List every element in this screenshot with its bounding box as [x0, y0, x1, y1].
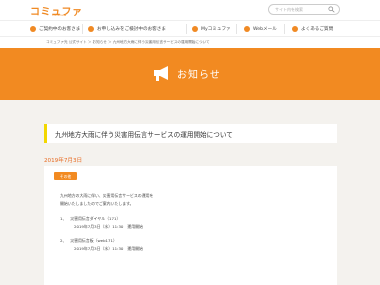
nav-divider	[186, 24, 187, 34]
service-item-1-detail: 2019年7月3日（水）11:30 運用開始	[74, 224, 143, 229]
article-title-box: 九州地方大雨に伴う災害用伝言サービスの運用開始について	[44, 124, 337, 143]
article-title: 九州地方大雨に伴う災害用伝言サービスの運用開始について	[55, 131, 233, 139]
search-placeholder: サイト内を検索	[275, 7, 303, 12]
question-icon	[292, 26, 298, 32]
nav-item-label: ご契約中のお客さま	[39, 27, 81, 32]
search-input[interactable]: サイト内を検索	[268, 4, 340, 15]
megaphone-icon	[154, 66, 168, 81]
person-icon	[30, 26, 36, 32]
category-badge-label: その他	[59, 173, 72, 179]
nav-item-label: お申し込みをご検討中のお客さま	[97, 27, 166, 32]
article-body: その他 九州地方の大雨に伴い、災害用伝言サービスの運用を 開始いたしましたのでご…	[44, 166, 337, 285]
main-content: 九州地方大雨に伴う災害用伝言サービスの運用開始について 2019年7月3日 その…	[0, 100, 380, 285]
page-title: お知らせ	[177, 70, 221, 81]
nav-divider	[82, 24, 83, 34]
nav-item-label: Webメール	[253, 27, 277, 32]
page-banner: お知らせ	[0, 48, 380, 100]
mail-icon	[244, 26, 250, 32]
nav-item-current-customers[interactable]: ご契約中のお客さま	[30, 25, 80, 33]
nav-item-prospective-customers[interactable]: お申し込みをご検討中のお客さま	[88, 25, 166, 33]
service-item-1: 1、 災害用伝言ダイヤル（171）	[60, 216, 121, 221]
document-icon	[88, 26, 94, 32]
site-header: コミュファ commufa サイト内を検索	[0, 0, 380, 20]
nav-item-webmail[interactable]: Webメール	[244, 25, 277, 33]
nav-divider	[236, 24, 237, 34]
nav-item-label: よくあるご質問	[301, 27, 334, 32]
service-item-2: 2、 災害用伝言板（web171）	[60, 238, 117, 243]
category-badge: その他	[54, 172, 77, 180]
search-icon[interactable]	[328, 6, 335, 13]
article-date: 2019年7月3日	[44, 158, 83, 164]
intro-line-1: 九州地方の大雨に伴い、災害用伝言サービスの運用を	[60, 193, 154, 198]
nav-item-my-commufa[interactable]: Myコミュファ	[192, 25, 231, 33]
nav-item-label: Myコミュファ	[201, 27, 231, 32]
service-item-2-detail: 2019年7月3日（水）11:30 運用開始	[74, 246, 143, 251]
nav-item-faq[interactable]: よくあるご質問	[292, 25, 333, 33]
heart-icon	[192, 26, 198, 32]
intro-line-2: 開始いたしましたのでご案内いたします。	[60, 201, 134, 206]
breadcrumb: コミュファ光 公式サイト ＞ お知らせ ＞ 九州地方大雨に伴う災害用伝言サービス…	[46, 40, 210, 44]
logo-subtext: commufa	[52, 13, 67, 17]
global-nav: ご契約中のお客さま お申し込みをご検討中のお客さま Myコミュファ Webメール…	[0, 20, 380, 37]
nav-divider	[284, 24, 285, 34]
